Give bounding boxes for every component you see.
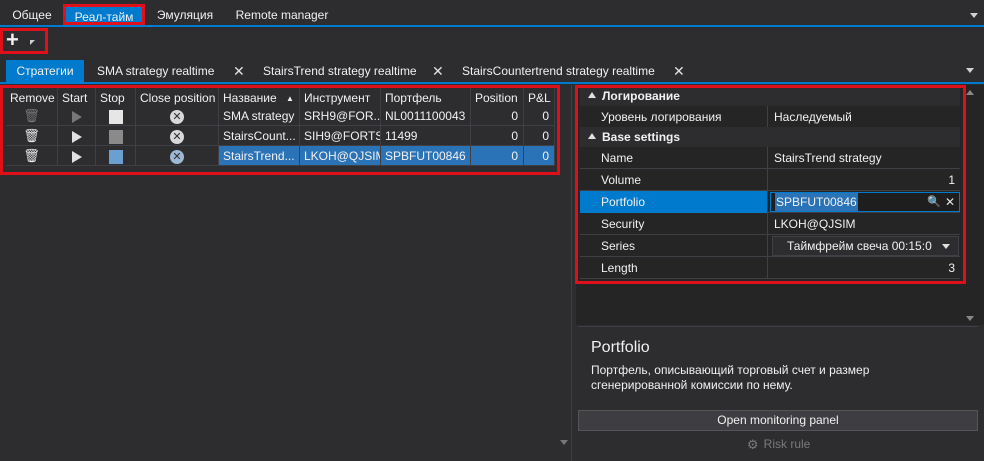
risk-rule-icon: ⚙ [746,436,759,452]
top-tab-underline [0,25,984,27]
close-tab-sma-icon[interactable]: ✕ [233,60,245,82]
top-tabs-overflow-icon[interactable] [970,13,978,18]
risk-rule-button[interactable]: ⚙ Risk rule [578,434,978,455]
risk-rule-label: Risk rule [763,437,811,451]
close-tab-stairstrend-icon[interactable]: ✕ [432,60,444,82]
strategy-tab-underline [0,82,984,84]
tab-general[interactable]: Общее [4,6,60,25]
grid-highlight-frame [0,85,560,175]
scroll-down-arrow-icon[interactable] [966,316,974,321]
description-title: Portfolio [591,339,650,356]
strategy-tab-bar: Стратегии SMA strategy realtime ✕ Stairs… [0,60,984,82]
top-tab-bar: Общее Реал-тайм Эмуляция Remote manager [0,0,984,27]
tab-sma-strategy-realtime[interactable]: SMA strategy realtime [97,60,214,82]
strategy-tabs-overflow-icon[interactable] [966,68,974,73]
properties-highlight-frame [575,85,966,284]
dropdown-corner-icon[interactable] [30,40,35,45]
plus-icon: + [6,27,19,52]
tab-strategies[interactable]: Стратегии [6,60,84,82]
tab-stairscountertrend-strategy-realtime[interactable]: StairsCountertrend strategy realtime [462,60,655,82]
close-tab-stairscountertrend-icon[interactable]: ✕ [673,60,685,82]
tab-stairstrend-strategy-realtime[interactable]: StairsTrend strategy realtime [263,60,417,82]
tab-remote-manager[interactable]: Remote manager [228,6,336,25]
open-monitoring-panel-button[interactable]: Open monitoring panel [578,410,978,431]
scroll-up-arrow-icon[interactable] [966,90,974,95]
scroll-down-arrow-icon[interactable] [560,440,568,445]
tab-emulation[interactable]: Эмуляция [150,6,220,25]
tab-realtime[interactable]: Реал-тайм [63,4,145,25]
description-text: Портфель, описывающий торговый счет и ра… [591,363,870,392]
